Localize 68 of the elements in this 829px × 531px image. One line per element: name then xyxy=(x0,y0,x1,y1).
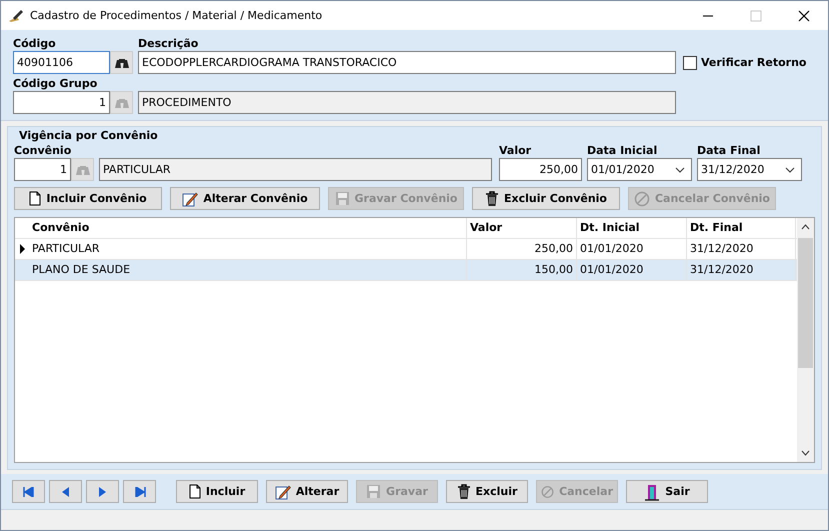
trash-can-icon xyxy=(456,484,471,500)
binoculars-icon xyxy=(114,96,130,108)
app-icon xyxy=(8,8,24,22)
field-label: Valor xyxy=(499,143,532,158)
action-button[interactable]: Incluir Convênio xyxy=(14,187,162,210)
column-header[interactable]: Valor xyxy=(467,218,577,238)
search-button[interactable] xyxy=(110,51,133,74)
field-label: Código xyxy=(13,36,57,51)
code-field[interactable]: 40901106 xyxy=(13,51,110,74)
trash-can-icon xyxy=(484,190,499,206)
pencil-icon xyxy=(274,484,291,500)
door-exit-icon xyxy=(644,482,660,500)
table-cell: 01/01/2020 xyxy=(577,239,687,259)
navigation-button[interactable] xyxy=(49,480,82,503)
chevron-down-icon xyxy=(785,166,795,172)
action-button[interactable]: Alterar xyxy=(266,480,348,503)
close-icon[interactable] xyxy=(798,10,810,22)
description-field[interactable]: ECODOPPLERCARDIOGRAMA TRANSTORACICO xyxy=(138,51,676,74)
field-label: Código Grupo xyxy=(13,76,98,91)
action-button[interactable]: Excluir Convênio xyxy=(472,187,620,210)
pencil-icon xyxy=(182,190,198,206)
date-picker[interactable]: 31/12/2020 xyxy=(697,158,802,181)
convenio-name-field: PARTICULAR xyxy=(99,158,492,181)
group-code-field[interactable]: 1 xyxy=(13,91,110,114)
cancel-icon xyxy=(634,190,650,206)
field-label: Convênio xyxy=(14,143,72,158)
checkbox[interactable] xyxy=(683,56,697,70)
navigation-button[interactable] xyxy=(12,480,45,503)
column-header[interactable]: Dt. Inicial xyxy=(577,218,687,238)
action-button[interactable]: Alterar Convênio xyxy=(170,187,320,210)
field-label: Data Inicial xyxy=(587,143,658,158)
group-title: Vigência por Convênio xyxy=(19,129,159,143)
binoculars-icon xyxy=(74,164,90,176)
field-label: Data Final xyxy=(697,143,762,158)
skip-forward-icon xyxy=(134,486,146,496)
table-cell: 250,00 xyxy=(467,239,577,259)
cancel-icon xyxy=(541,484,554,500)
table-cell: PLANO DE SAUDE xyxy=(29,260,467,280)
navigation-button[interactable] xyxy=(123,480,156,503)
navigation-button[interactable] xyxy=(86,480,119,503)
value-field[interactable]: 250,00 xyxy=(499,158,582,181)
table-cell: 31/12/2020 xyxy=(687,239,796,259)
scroll-up-icon[interactable] xyxy=(801,224,810,230)
document-icon xyxy=(29,191,42,206)
triangle-right-icon xyxy=(98,486,107,496)
scroll-down-icon[interactable] xyxy=(801,450,810,456)
binoculars-icon xyxy=(114,56,130,68)
chevron-down-icon xyxy=(675,166,685,172)
table-cell: 01/01/2020 xyxy=(577,260,687,280)
group-name-field: PROCEDIMENTO xyxy=(138,91,676,114)
table-cell: 31/12/2020 xyxy=(687,260,796,280)
action-button[interactable]: Incluir xyxy=(176,480,258,503)
field-label: Descrição xyxy=(138,36,200,51)
column-header[interactable]: Dt. Final xyxy=(687,218,796,238)
window-title: Cadastro de Procedimentos / Material / Medicamento xyxy=(30,9,322,22)
date-picker[interactable]: 01/01/2020 xyxy=(587,158,692,181)
column-header[interactable]: Convênio xyxy=(29,218,467,238)
action-button[interactable]: Sair xyxy=(626,480,708,503)
table-cell: 150,00 xyxy=(467,260,577,280)
document-icon xyxy=(188,484,201,499)
skip-back-icon xyxy=(22,486,34,496)
convenio-code-field[interactable]: 1 xyxy=(14,158,71,181)
checkbox-label: Verificar Retorno xyxy=(701,55,806,70)
action-button[interactable]: Excluir xyxy=(446,480,528,503)
table-row[interactable]: PLANO DE SAUDE 150,00 01/01/2020 31/12/2020 xyxy=(15,260,797,281)
table-cell: PARTICULAR xyxy=(29,239,467,259)
triangle-left-icon xyxy=(61,486,70,496)
scrollbar[interactable] xyxy=(797,218,814,462)
